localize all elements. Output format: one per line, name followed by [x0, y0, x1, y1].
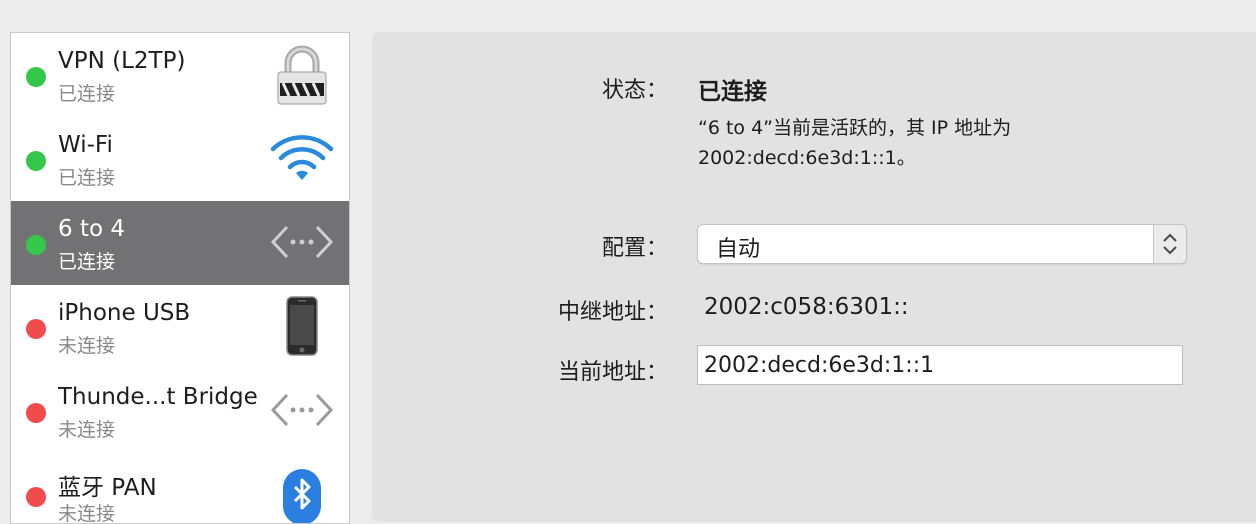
service-list[interactable]: VPN (L2TP) 已连接 Wi-Fi 已连接 6 to 4 已连接 iPho…	[10, 32, 350, 524]
service-status: 已连接	[58, 251, 116, 273]
status-dot-connected	[26, 67, 46, 87]
config-select-value: 自动	[716, 237, 761, 262]
status-dot-disconnected	[26, 319, 46, 339]
relay-address-value: 2002:c058:6301::	[704, 294, 909, 320]
status-description-line1: “6 to 4”当前是活跃的，其 IP 地址为	[698, 117, 1012, 139]
lock-icon	[277, 45, 327, 105]
config-select[interactable]: 自动	[697, 224, 1187, 264]
service-item-wifi[interactable]: Wi-Fi 已连接	[11, 117, 349, 201]
service-status: 未连接	[58, 419, 116, 441]
service-item-6to4[interactable]: 6 to 4 已连接	[11, 201, 349, 285]
relay-address-label: 中继地址：	[557, 300, 668, 325]
detail-panel	[372, 32, 1256, 522]
service-status: 已连接	[58, 167, 116, 189]
config-label: 配置：	[601, 236, 668, 261]
wifi-icon	[270, 135, 334, 180]
service-name: iPhone USB	[58, 300, 191, 326]
service-name: 6 to 4	[58, 216, 125, 242]
select-stepper-arrows[interactable]	[1153, 224, 1187, 264]
status-description-line2: 2002:decd:6e3d:1::1。	[698, 147, 916, 169]
iphone-icon	[286, 296, 318, 356]
tunnel-arrows-icon	[270, 225, 334, 259]
service-status: 未连接	[58, 335, 116, 357]
service-item-bluetooth-pan[interactable]: 蓝牙 PAN 未连接	[11, 453, 349, 524]
status-value: 已连接	[698, 79, 767, 105]
service-item-iphone-usb[interactable]: iPhone USB 未连接	[11, 285, 349, 369]
bridge-arrows-icon	[270, 393, 334, 427]
service-item-vpn[interactable]: VPN (L2TP) 已连接	[11, 33, 349, 117]
status-dot-disconnected	[26, 487, 46, 507]
service-name: 蓝牙 PAN	[58, 475, 157, 501]
service-name: Thunde...t Bridge	[58, 384, 258, 410]
service-name: VPN (L2TP)	[58, 48, 186, 74]
status-dot-disconnected	[26, 403, 46, 423]
chevron-updown-icon	[1163, 233, 1177, 255]
current-address-label: 当前地址：	[557, 360, 668, 385]
status-dot-connected	[26, 235, 46, 255]
service-item-thunderbolt-bridge[interactable]: Thunde...t Bridge 未连接	[11, 369, 349, 453]
status-dot-connected	[26, 151, 46, 171]
bluetooth-icon	[283, 469, 321, 523]
service-status: 未连接	[58, 503, 116, 524]
current-address-field[interactable]	[697, 345, 1183, 385]
status-label: 状态：	[601, 78, 668, 103]
service-status: 已连接	[58, 83, 116, 105]
service-name: Wi-Fi	[58, 132, 113, 158]
